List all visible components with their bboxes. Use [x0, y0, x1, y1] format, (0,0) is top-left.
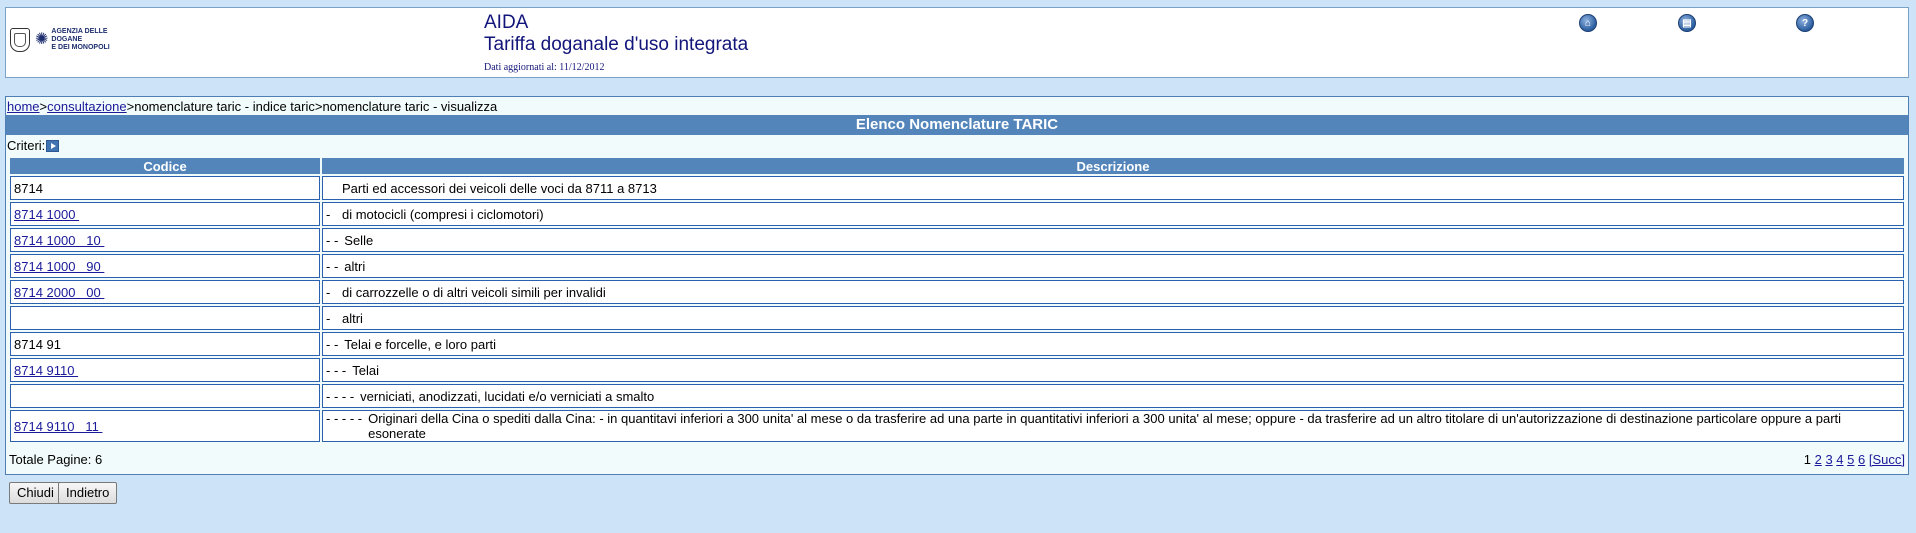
- indent-dashes: - - - -: [326, 388, 355, 404]
- results-panel: home>consultazione>nomenclature taric - …: [5, 96, 1909, 475]
- data-updated-label: Dati aggiornati al: 11/12/2012: [484, 62, 605, 73]
- table-row: - altri: [10, 306, 1904, 330]
- breadcrumb: home>consultazione>nomenclature taric - …: [7, 99, 497, 114]
- indent-dashes: - -: [326, 258, 339, 274]
- code-cell[interactable]: 8714 1000 10: [10, 228, 320, 252]
- column-header-codice: Codice: [10, 158, 320, 174]
- indent-dashes: -: [326, 206, 331, 222]
- close-button[interactable]: Chiudi: [9, 482, 62, 504]
- republic-emblem-icon: [10, 28, 30, 52]
- code-link[interactable]: 8714 2000 00: [14, 285, 104, 300]
- description-cell: - di carrozzelle o di altri veicoli simil…: [322, 280, 1904, 304]
- page-link-3[interactable]: 3: [1825, 452, 1832, 467]
- table-row: 8714 1000 90 - - altri: [10, 254, 1904, 278]
- indent-dashes: -: [326, 310, 331, 326]
- description-text: verniciati, anodizzati, lucidati e/o ver…: [360, 388, 655, 404]
- code-cell[interactable]: 8714 9110 11: [10, 410, 320, 442]
- column-header-descrizione: Descrizione: [322, 158, 1904, 174]
- table-row: 8714 Parti ed accessori dei veicoli delle…: [10, 176, 1904, 200]
- table-row: 8714 2000 00 - di carrozzelle o di altri …: [10, 280, 1904, 304]
- page-link-4[interactable]: 4: [1836, 452, 1843, 467]
- breadcrumb-current: >nomenclature taric - indice taric>nomen…: [126, 99, 498, 114]
- description-cell: - - Telai e forcelle, e loro parti: [322, 332, 1904, 356]
- code-link[interactable]: 8714 9110 11: [14, 419, 102, 434]
- description-cell: - - altri: [322, 254, 1904, 278]
- table-row: 8714 1000 10 - - Selle: [10, 228, 1904, 252]
- expand-criteria-icon[interactable]: [46, 139, 60, 152]
- code-cell[interactable]: 8714 1000: [10, 202, 320, 226]
- description-cell: - di motocicli (compresi i ciclomotori): [322, 202, 1904, 226]
- description-text: altri: [344, 258, 366, 274]
- table-row: 8714 9110 - - - Telai: [10, 358, 1904, 382]
- description-text: Originari della Cina o spediti dalla Cin…: [368, 411, 1842, 441]
- criteri-label: Criteri:: [7, 138, 46, 153]
- logo-text: AGENZIA DELLE DOGANE E DEI MONOPOLI: [51, 28, 110, 51]
- app-name: AIDA: [484, 12, 529, 33]
- description-text: Telai: [352, 362, 379, 378]
- help-icon[interactable]: ?: [1796, 14, 1814, 32]
- description-text: Selle: [344, 232, 374, 248]
- page-link-6[interactable]: 6: [1858, 452, 1865, 467]
- breadcrumb-separator: >: [39, 99, 48, 114]
- stars-circle-icon: ✺: [35, 31, 49, 48]
- indent-dashes: - - -: [326, 362, 347, 378]
- table-row: 8714 1000 - di motocicli (compresi i cicl…: [10, 202, 1904, 226]
- app-title-block: AIDA Tariffa doganale d'uso integrata Da…: [484, 12, 748, 73]
- description-text: altri: [342, 310, 363, 326]
- indent-dashes: [326, 181, 336, 196]
- description-text: di motocicli (compresi i ciclomotori): [342, 206, 544, 222]
- table-row: - - - - verniciati, anodizzati, lucidati …: [10, 384, 1904, 408]
- code-cell: 8714 91: [10, 332, 320, 356]
- breadcrumb-home-link[interactable]: home: [7, 99, 40, 114]
- page-title: Elenco Nomenclature TARIC: [6, 115, 1908, 135]
- code-link[interactable]: 8714 9110: [14, 363, 78, 378]
- back-button[interactable]: Indietro: [58, 482, 118, 504]
- code-link[interactable]: 8714 1000 90: [14, 259, 104, 274]
- description-text: Parti ed accessori dei veicoli delle voc…: [342, 180, 657, 196]
- app-subtitle: Tariffa doganale d'uso integrata: [484, 34, 749, 55]
- agency-logo: ✺ AGENZIA DELLE DOGANE E DEI MONOPOLI: [10, 20, 140, 60]
- page-link-5[interactable]: 5: [1847, 452, 1854, 467]
- description-cell: - - - - verniciati, anodizzati, lucidati …: [322, 384, 1904, 408]
- description-cell: - altri: [322, 306, 1904, 330]
- taric-table: Codice Descrizione 8714 Parti ed accessor…: [8, 156, 1906, 444]
- table-header-row: Codice Descrizione: [10, 158, 1904, 174]
- indent-dashes: -: [326, 284, 331, 300]
- table-row: 8714 91 - - Telai e forcelle, e loro parti: [10, 332, 1904, 356]
- description-text: Telai e forcelle, e loro parti: [344, 336, 497, 352]
- criteri-section: Criteri:: [7, 138, 60, 153]
- header-banner: ✺ AGENZIA DELLE DOGANE E DEI MONOPOLI AI…: [5, 7, 1909, 78]
- page-link-1: 1: [1803, 452, 1811, 467]
- description-cell: - - - - - Originari della Cina o spediti …: [322, 410, 1904, 442]
- page-link-2[interactable]: 2: [1815, 452, 1822, 467]
- code-link[interactable]: 8714 1000 10: [14, 233, 104, 248]
- description-cell: - - Selle: [322, 228, 1904, 252]
- next-page-link[interactable]: [Succ]: [1869, 452, 1905, 467]
- code-cell: [10, 306, 320, 330]
- code-text: 8714: [14, 180, 43, 196]
- code-cell[interactable]: 8714 2000 00: [10, 280, 320, 304]
- table-row: 8714 9110 11 - - - - - Originari della Ci…: [10, 410, 1904, 442]
- breadcrumb-consultazione-link[interactable]: consultazione: [47, 99, 127, 114]
- home-icon[interactable]: ⌂: [1579, 14, 1597, 32]
- indent-dashes: - -: [326, 232, 339, 248]
- code-cell: 8714: [10, 176, 320, 200]
- code-cell[interactable]: 8714 9110: [10, 358, 320, 382]
- pagination: 1 2 3 4 5 6 [Succ]: [1804, 452, 1905, 467]
- indent-dashes: - - - - -: [326, 411, 363, 426]
- description-cell: Parti ed accessori dei veicoli delle voc…: [322, 176, 1904, 200]
- indent-dashes: - -: [326, 336, 339, 352]
- print-icon[interactable]: ▤: [1678, 14, 1696, 32]
- code-text: 8714 91: [14, 336, 61, 352]
- description-cell: - - - Telai: [322, 358, 1904, 382]
- code-cell: [10, 384, 320, 408]
- code-cell[interactable]: 8714 1000 90: [10, 254, 320, 278]
- description-text: di carrozzelle o di altri veicoli simili…: [342, 284, 606, 300]
- code-link[interactable]: 8714 1000: [14, 207, 79, 222]
- total-pages-label: Totale Pagine: 6: [9, 452, 103, 467]
